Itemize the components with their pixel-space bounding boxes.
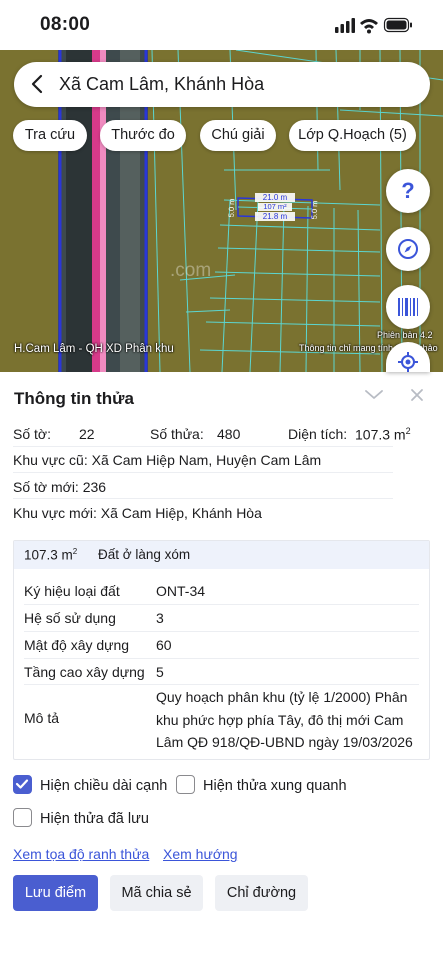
divider [24,604,419,605]
so-to-moi: Số tờ mới: 236 [13,479,107,495]
attr-value-ky-hieu: ONT-34 [156,583,206,599]
parcel-right-edge: 5.0 m [310,200,320,219]
help-icon: ? [401,178,415,203]
status-icons [335,17,412,34]
barcode-icon [398,298,418,316]
attr-label-mat-do: Mật độ xây dựng [24,637,130,653]
attr-label-he-so: Hệ số sử dụng [24,610,116,626]
parcel-area: 107 m² [263,202,287,211]
show-edge-length-label[interactable]: Hiện chiều dài cạnh [40,778,167,794]
status-bar: 08:00 [0,0,443,50]
so-to-value: 22 [79,426,95,442]
divider [13,446,393,447]
map-layer-label: H.Cam Lâm - QH XD Phân khu [14,343,174,355]
save-point-button[interactable]: Lưu điểm [13,875,98,911]
show-saved-checkbox[interactable] [13,808,32,827]
parcel-top-edge: 21.0 m [263,193,288,202]
divider [13,472,393,473]
dien-tich-label: Diện tích: [288,426,348,442]
panel-controls [365,389,423,401]
share-code-button[interactable]: Mã chia sẻ [110,875,203,911]
compass-button[interactable] [386,227,430,271]
khu-vuc-cu: Khu vực cũ: Xã Cam Hiệp Nam, Huyện Cam L… [13,452,322,468]
chip-thuoc-do[interactable]: Thước đo [100,120,186,151]
wifi-icon [360,19,378,34]
directions-button[interactable]: Chỉ đường [215,875,308,911]
panel-title: Thông tin thửa [14,389,134,408]
divider [24,658,419,659]
search-bar[interactable]: Xã Cam Lâm, Khánh Hòa [14,62,430,107]
attr-value-mat-do: 60 [156,637,172,653]
attr-label-ky-hieu: Ký hiệu loại đất [24,583,120,599]
status-time: 08:00 [40,14,91,35]
so-thua-label: Số thửa: [150,426,204,442]
signal-icon [335,18,355,33]
chip-tra-cuu[interactable]: Tra cứu [13,120,87,151]
close-icon[interactable] [411,389,423,401]
khu-vuc-moi: Khu vực mới: Xã Cam Hiệp, Khánh Hòa [13,505,262,521]
divider [24,684,419,685]
land-use-header: 107.3 m2 Đất ở làng xóm [14,541,429,569]
show-edge-length-checkbox[interactable] [13,775,32,794]
so-to-label: Số tờ: [13,426,51,442]
parcel-bottom-edge: 21.8 m [263,212,288,221]
attr-value-tang-cao: 5 [156,664,164,680]
check-icon [15,779,29,789]
dien-tich-value: 107.3 m2 [355,426,411,443]
land-area: 107.3 m2 [24,547,78,563]
help-button[interactable]: ? [386,169,430,213]
show-surrounding-checkbox[interactable] [176,775,195,794]
map-version: Phiên bản 4.2 [377,330,433,340]
show-surrounding-label[interactable]: Hiện thửa xung quanh [203,778,347,794]
parcel-left-edge: 5.0 m [227,198,237,217]
land-use-card: 107.3 m2 Đất ở làng xóm Ký hiệu loại đất… [13,540,430,760]
attr-label-mo-ta: Mô tả [24,710,60,726]
attr-value-mo-ta: Quy hoạch phân khu (tỷ lệ 1/2000) Phân k… [156,689,413,750]
location-title: Xã Cam Lâm, Khánh Hòa [59,74,265,94]
battery-icon [383,17,412,33]
map-watermark: .com [170,260,211,281]
locate-icon [398,352,418,372]
view-coordinates-link[interactable]: Xem tọa độ ranh thửa [13,846,149,862]
show-saved-label[interactable]: Hiện thửa đã lưu [40,811,149,827]
back-icon[interactable] [26,72,50,96]
so-thua-value: 480 [217,426,241,442]
view-direction-link[interactable]: Xem hướng [163,846,238,862]
land-type: Đất ở làng xóm [98,547,191,562]
divider [13,498,393,499]
compass-icon [398,239,418,259]
collapse-chevron-icon[interactable] [365,390,383,399]
chip-chu-giai[interactable]: Chú giải [200,120,276,151]
attr-label-tang-cao: Tầng cao xây dựng [24,664,145,680]
divider [24,631,419,632]
chip-lop-quy-hoach[interactable]: Lớp Q.Hoạch (5) [289,120,416,151]
attr-value-he-so: 3 [156,610,164,626]
barcode-button[interactable] [386,285,430,329]
